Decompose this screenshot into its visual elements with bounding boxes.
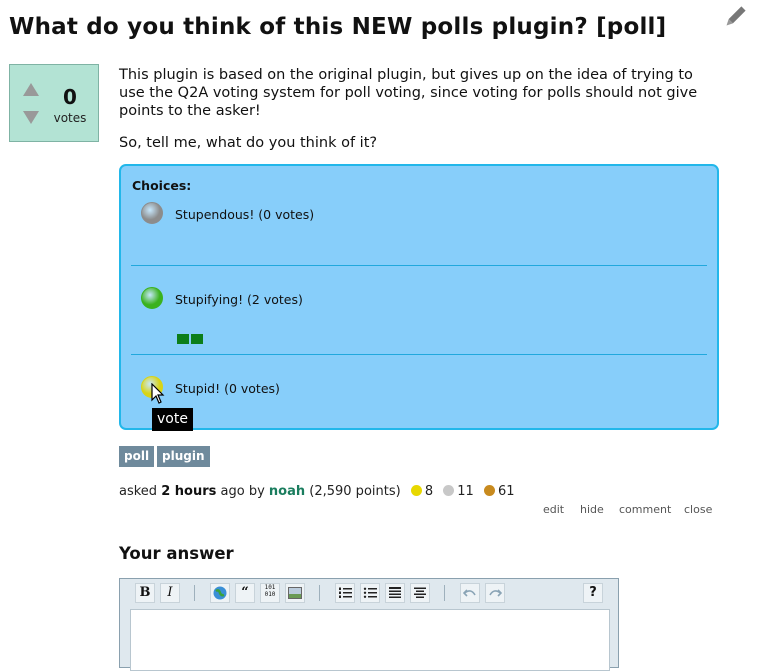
comment-button[interactable]: comment <box>619 503 671 516</box>
poll-choice-label: Stupendous! (0 votes) <box>175 207 315 222</box>
link-globe-icon[interactable] <box>210 583 230 603</box>
vote-tooltip: vote <box>152 408 193 431</box>
vote-bar <box>191 334 203 344</box>
poll-choice-label: Stupid! (0 votes) <box>175 381 280 396</box>
mouse-cursor-icon <box>151 383 165 404</box>
poll-divider <box>131 354 707 355</box>
meta-asked: asked <box>119 484 158 499</box>
silver-badge-count: 11 <box>457 484 474 499</box>
italic-button[interactable]: I <box>160 583 180 603</box>
poll-choice-label: Stupifying! (2 votes) <box>175 292 303 307</box>
vote-count: 0 <box>63 85 77 109</box>
toolbar-divider <box>444 585 445 601</box>
question-meta: asked 2 hours ago by noah (2,590 points)… <box>119 484 514 499</box>
heading-icon[interactable] <box>385 583 405 603</box>
question-paragraph: This plugin is based on the original plu… <box>119 67 698 119</box>
edit-button[interactable]: edit <box>543 503 564 516</box>
image-icon[interactable] <box>285 583 305 603</box>
vote-bars <box>177 329 205 344</box>
bold-button[interactable]: B <box>135 583 155 603</box>
question-paragraph: So, tell me, what do you think of it? <box>119 135 378 151</box>
bullet-list-icon[interactable] <box>360 583 380 603</box>
answer-heading: Your answer <box>119 544 234 563</box>
question-title: What do you think of this NEW polls plug… <box>9 14 667 40</box>
vote-box: 0 votes <box>9 64 99 142</box>
vote-up-arrow-icon[interactable] <box>23 83 39 96</box>
question-body: This plugin is based on the original plu… <box>119 66 719 166</box>
poll-box: Choices: Stupendous! (0 votes) Stupifyin… <box>119 164 719 430</box>
close-button[interactable]: close <box>684 503 712 516</box>
gold-badge-icon <box>410 485 422 496</box>
horizontal-rule-icon[interactable] <box>410 583 430 603</box>
user-points: (2,590 points) <box>309 484 401 499</box>
numbered-list-icon[interactable] <box>335 583 355 603</box>
tag-poll[interactable]: poll <box>119 446 155 467</box>
silver-badge-icon <box>443 485 455 496</box>
bronze-badge-icon <box>483 485 495 496</box>
toolbar-divider <box>194 585 195 601</box>
meta-when: 2 hours <box>161 484 217 499</box>
answer-editor: B I “ 101 010 ? <box>119 578 619 671</box>
redo-icon[interactable] <box>485 583 505 603</box>
help-button[interactable]: ? <box>583 583 603 603</box>
code-button[interactable]: 101 010 <box>260 583 280 603</box>
meta-ago-by: ago by <box>220 484 265 499</box>
poll-divider <box>131 265 707 266</box>
answer-textarea[interactable] <box>130 609 610 671</box>
user-link[interactable]: noah <box>269 484 305 499</box>
choices-label: Choices: <box>132 178 192 193</box>
hide-button[interactable]: hide <box>580 503 604 516</box>
vote-dot-green-icon[interactable] <box>141 287 163 309</box>
blockquote-button[interactable]: “ <box>235 583 255 603</box>
vote-down-arrow-icon[interactable] <box>23 111 39 124</box>
toolbar-divider <box>319 585 320 601</box>
gold-badge-count: 8 <box>424 484 434 499</box>
tag-plugin[interactable]: plugin <box>157 446 210 467</box>
vote-bar <box>177 334 189 344</box>
undo-icon[interactable] <box>460 583 480 603</box>
bronze-badge-count: 61 <box>497 484 515 499</box>
edit-pencil-icon[interactable] <box>722 4 748 30</box>
vote-dot-grey-icon[interactable] <box>141 202 163 224</box>
vote-label: votes <box>53 111 87 125</box>
